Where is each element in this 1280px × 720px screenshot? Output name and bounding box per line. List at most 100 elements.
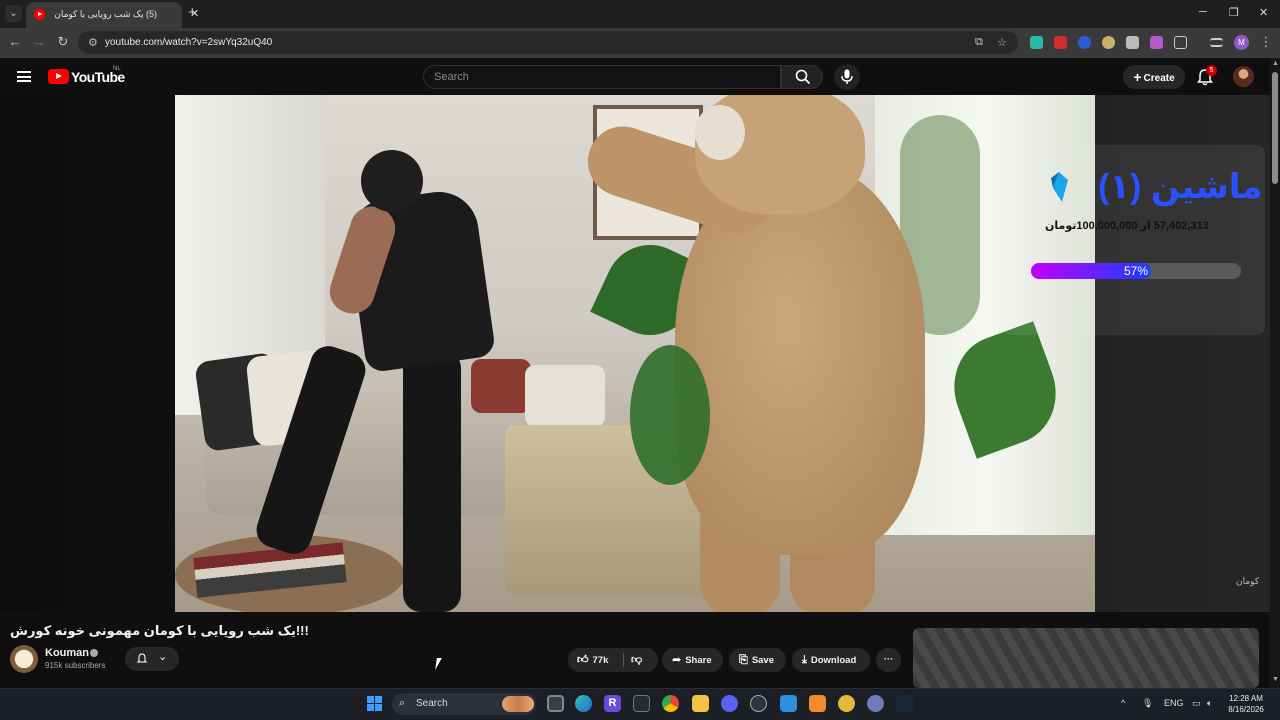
windows-start-icon[interactable] [367, 696, 383, 712]
volume-icon[interactable]: 🔈︎ [1207, 698, 1212, 709]
pill-divider [623, 653, 624, 667]
dislike-button[interactable]: 👎︎ [631, 648, 642, 672]
file-explorer-icon[interactable] [692, 695, 709, 712]
download-icon: ⤓ [802, 654, 807, 666]
extension-icon[interactable] [1078, 36, 1091, 49]
share-button[interactable]: ➦ Share [662, 648, 723, 672]
bookmark-icon: ⎘ [739, 654, 748, 666]
network-icon[interactable]: ▭ [1192, 698, 1201, 709]
app-icon[interactable] [750, 695, 767, 712]
page-scrollbar[interactable]: ▲ ▼ [1270, 58, 1280, 688]
tab-title: (5) یک شب رویایی با کومان ... [52, 9, 157, 19]
scroll-up-icon[interactable]: ▲ [1272, 60, 1279, 67]
search-input[interactable] [424, 66, 780, 88]
sidebar-thumbnail[interactable] [913, 628, 1259, 688]
video-title: !!!یک شب رویایی با کومان مهمونی خونه کور… [10, 623, 309, 638]
discord-icon[interactable] [721, 695, 738, 712]
scene-person [361, 150, 423, 212]
donation-title: ماشین (۱) [1098, 168, 1263, 206]
microphone-tray-icon[interactable]: 🎙︎ [1142, 698, 1153, 709]
save-label: Save [751, 655, 774, 666]
video-frame[interactable] [175, 95, 1095, 612]
extension-icon[interactable] [1102, 36, 1115, 49]
browser-tab-active[interactable]: (5) یک شب رویایی با کومان ... ✕ [26, 2, 199, 28]
channel-name[interactable]: Kouman [45, 647, 89, 659]
hamburger-menu-icon[interactable] [17, 71, 31, 82]
channel-watermark: کومان [1236, 576, 1260, 586]
search-field[interactable] [423, 65, 781, 89]
voice-search-button[interactable] [834, 64, 860, 90]
chrome-browser-icon[interactable] [662, 695, 679, 712]
browser-profile-avatar[interactable]: M [1234, 35, 1249, 50]
scene-plant [630, 345, 710, 485]
create-button[interactable]: + Create [1123, 65, 1185, 89]
scene-pillow [471, 359, 531, 413]
donation-progress-bar: 57% [1031, 263, 1241, 279]
reload-button[interactable]: ↻ [55, 34, 71, 50]
youtube-logo-icon[interactable] [48, 69, 69, 84]
address-bar[interactable]: ⚙ youtube.com/watch?v=2swYq32uQ40 ⧉ ☆ [78, 31, 1018, 54]
app-icon[interactable] [867, 695, 884, 712]
browser-menu-icon[interactable]: ⋮ [1258, 34, 1274, 50]
reading-list-icon[interactable] [1210, 38, 1223, 47]
subscribed-notifications-button[interactable]: ⌄ [125, 647, 179, 671]
youtube-masthead: YouTube NL +Create 5 [0, 58, 1280, 95]
window-minimize-button[interactable]: ─ [1199, 6, 1207, 18]
task-view-icon[interactable] [547, 695, 564, 712]
extension-icon[interactable] [1150, 36, 1163, 49]
input-language[interactable]: ENG [1164, 698, 1184, 708]
r-app-icon[interactable]: R [604, 695, 621, 712]
forward-button[interactable]: → [31, 34, 47, 49]
like-button[interactable]: 👍︎ 77k [568, 648, 620, 672]
scroll-down-icon[interactable]: ▼ [1272, 676, 1279, 683]
like-count: 77k [592, 655, 609, 666]
steam-icon[interactable] [896, 695, 913, 712]
video-player-area: ماشین (۱) 57,402,313 از 100,000,000تومان… [0, 95, 1270, 612]
back-button[interactable]: ← [7, 34, 23, 49]
tray-expand-icon[interactable]: ^ [1121, 698, 1125, 708]
download-button[interactable]: ⤓ Download [792, 648, 870, 672]
search-button[interactable] [781, 65, 823, 89]
window-maximize-button[interactable]: ❐ [1229, 6, 1239, 19]
install-app-icon[interactable]: ⧉ [975, 36, 983, 49]
verified-check-icon [90, 649, 98, 657]
window-close-button[interactable]: ✕ [1259, 6, 1268, 19]
mouse-cursor-icon [435, 658, 442, 670]
chevron-down-icon: ⌄ [158, 651, 168, 663]
app-icon[interactable] [809, 695, 826, 712]
share-arrow-icon: ➦ [672, 654, 682, 666]
shield-extension-icon[interactable] [1126, 36, 1139, 49]
unity-app-icon[interactable] [633, 695, 650, 712]
channel-avatar[interactable] [10, 645, 38, 673]
donation-amount: 57,402,313 از 100,000,000تومان [1045, 220, 1209, 232]
search-icon: ⌕ [399, 697, 406, 709]
more-actions-button[interactable]: ··· [876, 648, 901, 672]
bookmark-star-icon[interactable]: ☆ [997, 36, 1007, 49]
account-avatar[interactable] [1233, 66, 1254, 87]
microphone-icon [841, 69, 853, 84]
scene-bear-costume [695, 105, 745, 160]
taskbar-search-box[interactable]: ⌕ Search [392, 693, 536, 715]
extension-icon[interactable] [1054, 36, 1067, 49]
taskbar-clock[interactable]: 12:28 AM 8/16/2026 [1224, 693, 1268, 715]
taskbar-search-label: Search [416, 698, 448, 709]
edge-browser-icon[interactable] [575, 695, 592, 712]
save-button[interactable]: ⎘ Save [729, 648, 786, 672]
address-url: youtube.com/watch?v=2swYq32uQ40 [105, 37, 273, 48]
search-highlight-image [502, 696, 534, 712]
new-tab-button[interactable]: + [188, 4, 197, 21]
extensions-puzzle-icon[interactable] [1174, 36, 1187, 49]
extension-icon[interactable] [1030, 36, 1043, 49]
app-icon[interactable] [838, 695, 855, 712]
share-label: Share [685, 655, 712, 666]
site-info-icon[interactable]: ⚙ [88, 36, 98, 49]
thumbs-down-icon: 👎︎ [631, 654, 643, 666]
butterfly-icon [1051, 172, 1068, 202]
scrollbar-thumb[interactable] [1272, 72, 1278, 184]
tab-search-button[interactable]: ⌄ [5, 5, 22, 22]
youtube-favicon-icon [34, 9, 45, 20]
donation-progress-label: 57% [1123, 264, 1149, 278]
like-dislike-group: 👍︎ 77k 👎︎ [568, 648, 658, 672]
vscode-icon[interactable] [780, 695, 797, 712]
subscriber-count: 915k subscribers [45, 661, 106, 670]
